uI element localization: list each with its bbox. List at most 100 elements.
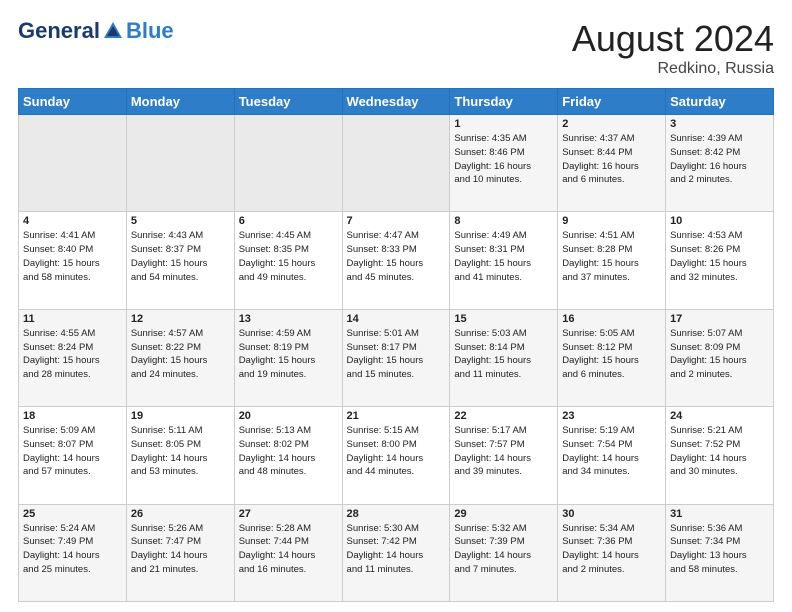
weekday-header-thursday: Thursday: [450, 89, 558, 115]
day-number: 25: [23, 508, 122, 520]
day-number: 16: [562, 313, 661, 325]
title-area: August 2024 Redkino, Russia: [572, 18, 774, 78]
day-info: Sunrise: 4:35 AMSunset: 8:46 PMDaylight:…: [454, 132, 553, 187]
day-number: 29: [454, 508, 553, 520]
calendar-week-row: 25 Sunrise: 5:24 AMSunset: 7:49 PMDayligh…: [19, 504, 774, 601]
calendar-cell: 30 Sunrise: 5:34 AMSunset: 7:36 PMDayligh…: [558, 504, 666, 601]
weekday-header-sunday: Sunday: [19, 89, 127, 115]
day-info: Sunrise: 4:41 AMSunset: 8:40 PMDaylight:…: [23, 229, 122, 284]
calendar-cell: 21 Sunrise: 5:15 AMSunset: 8:00 PMDayligh…: [342, 407, 450, 504]
day-info: Sunrise: 5:26 AMSunset: 7:47 PMDaylight:…: [131, 522, 230, 577]
day-info: Sunrise: 5:34 AMSunset: 7:36 PMDaylight:…: [562, 522, 661, 577]
day-info: Sunrise: 4:49 AMSunset: 8:31 PMDaylight:…: [454, 229, 553, 284]
calendar-cell: 17Sunrise: 5:07 AMSunset: 8:09 PMDayligh…: [666, 309, 774, 406]
weekday-header-saturday: Saturday: [666, 89, 774, 115]
calendar-cell: 2Sunrise: 4:37 AMSunset: 8:44 PMDaylight…: [558, 115, 666, 212]
calendar-table: SundayMondayTuesdayWednesdayThursdayFrid…: [18, 88, 774, 602]
calendar-cell: 16 Sunrise: 5:05 AMSunset: 8:12 PMDayligh…: [558, 309, 666, 406]
day-number: 23: [562, 410, 661, 422]
day-info: Sunrise: 5:24 AMSunset: 7:49 PMDaylight:…: [23, 522, 122, 577]
day-number: 5: [131, 215, 230, 227]
weekday-header-wednesday: Wednesday: [342, 89, 450, 115]
calendar-cell: 11 Sunrise: 4:55 AMSunset: 8:24 PMDayligh…: [19, 309, 127, 406]
day-info: Sunrise: 4:55 AMSunset: 8:24 PMDaylight:…: [23, 327, 122, 382]
calendar-cell: 28Sunrise: 5:30 AMSunset: 7:42 PMDayligh…: [342, 504, 450, 601]
weekday-header-row: SundayMondayTuesdayWednesdayThursdayFrid…: [19, 89, 774, 115]
day-info: Sunrise: 5:28 AMSunset: 7:44 PMDaylight:…: [239, 522, 338, 577]
weekday-header-tuesday: Tuesday: [234, 89, 342, 115]
day-number: 20: [239, 410, 338, 422]
header: General Blue August 2024 Redkino, Russia: [18, 18, 774, 78]
calendar-week-row: 11 Sunrise: 4:55 AMSunset: 8:24 PMDayligh…: [19, 309, 774, 406]
calendar-cell: 3 Sunrise: 4:39 AMSunset: 8:42 PMDaylight…: [666, 115, 774, 212]
weekday-header-friday: Friday: [558, 89, 666, 115]
day-info: Sunrise: 5:09 AMSunset: 8:07 PMDaylight:…: [23, 424, 122, 479]
calendar-cell: 15Sunrise: 5:03 AMSunset: 8:14 PMDayligh…: [450, 309, 558, 406]
calendar-cell: 18 Sunrise: 5:09 AMSunset: 8:07 PMDayligh…: [19, 407, 127, 504]
calendar-week-row: 4Sunrise: 4:41 AMSunset: 8:40 PMDaylight…: [19, 212, 774, 309]
day-number: 31: [670, 508, 769, 520]
day-info: Sunrise: 5:11 AMSunset: 8:05 PMDaylight:…: [131, 424, 230, 479]
day-number: 24: [670, 410, 769, 422]
day-number: 14: [347, 313, 446, 325]
calendar-cell: 14Sunrise: 5:01 AMSunset: 8:17 PMDayligh…: [342, 309, 450, 406]
day-info: Sunrise: 4:47 AMSunset: 8:33 PMDaylight:…: [347, 229, 446, 284]
calendar-cell: 8 Sunrise: 4:49 AMSunset: 8:31 PMDaylight…: [450, 212, 558, 309]
calendar-cell: 27 Sunrise: 5:28 AMSunset: 7:44 PMDayligh…: [234, 504, 342, 601]
day-info: Sunrise: 4:43 AMSunset: 8:37 PMDaylight:…: [131, 229, 230, 284]
day-info: Sunrise: 5:05 AMSunset: 8:12 PMDaylight:…: [562, 327, 661, 382]
day-number: 3: [670, 118, 769, 130]
calendar-week-row: 1 Sunrise: 4:35 AMSunset: 8:46 PMDaylight…: [19, 115, 774, 212]
day-info: Sunrise: 5:21 AMSunset: 7:52 PMDaylight:…: [670, 424, 769, 479]
calendar-cell: 19 Sunrise: 5:11 AMSunset: 8:05 PMDayligh…: [126, 407, 234, 504]
day-number: 9: [562, 215, 661, 227]
calendar-cell: 22Sunrise: 5:17 AMSunset: 7:57 PMDayligh…: [450, 407, 558, 504]
calendar-cell: [19, 115, 127, 212]
weekday-header-monday: Monday: [126, 89, 234, 115]
calendar-cell: 31 Sunrise: 5:36 AMSunset: 7:34 PMDayligh…: [666, 504, 774, 601]
calendar-cell: 23 Sunrise: 5:19 AMSunset: 7:54 PMDayligh…: [558, 407, 666, 504]
day-info: Sunrise: 4:59 AMSunset: 8:19 PMDaylight:…: [239, 327, 338, 382]
day-number: 10: [670, 215, 769, 227]
day-number: 15: [454, 313, 553, 325]
location: Redkino, Russia: [572, 60, 774, 78]
calendar-cell: 9 Sunrise: 4:51 AMSunset: 8:28 PMDaylight…: [558, 212, 666, 309]
day-info: Sunrise: 5:13 AMSunset: 8:02 PMDaylight:…: [239, 424, 338, 479]
calendar-cell: [126, 115, 234, 212]
day-number: 22: [454, 410, 553, 422]
day-number: 19: [131, 410, 230, 422]
calendar-cell: 24 Sunrise: 5:21 AMSunset: 7:52 PMDayligh…: [666, 407, 774, 504]
day-number: 30: [562, 508, 661, 520]
calendar-cell: 1 Sunrise: 4:35 AMSunset: 8:46 PMDaylight…: [450, 115, 558, 212]
day-info: Sunrise: 4:57 AMSunset: 8:22 PMDaylight:…: [131, 327, 230, 382]
calendar-cell: 12Sunrise: 4:57 AMSunset: 8:22 PMDayligh…: [126, 309, 234, 406]
day-number: 11: [23, 313, 122, 325]
calendar-cell: 29Sunrise: 5:32 AMSunset: 7:39 PMDayligh…: [450, 504, 558, 601]
day-info: Sunrise: 4:37 AMSunset: 8:44 PMDaylight:…: [562, 132, 661, 187]
logo: General Blue: [18, 18, 174, 44]
day-number: 1: [454, 118, 553, 130]
logo-blue: Blue: [126, 18, 174, 44]
calendar-cell: 6Sunrise: 4:45 AMSunset: 8:35 PMDaylight…: [234, 212, 342, 309]
day-number: 21: [347, 410, 446, 422]
day-info: Sunrise: 5:36 AMSunset: 7:34 PMDaylight:…: [670, 522, 769, 577]
day-info: Sunrise: 4:45 AMSunset: 8:35 PMDaylight:…: [239, 229, 338, 284]
day-number: 13: [239, 313, 338, 325]
day-info: Sunrise: 4:51 AMSunset: 8:28 PMDaylight:…: [562, 229, 661, 284]
logo-general: General: [18, 18, 100, 44]
day-info: Sunrise: 4:53 AMSunset: 8:26 PMDaylight:…: [670, 229, 769, 284]
calendar-cell: 26 Sunrise: 5:26 AMSunset: 7:47 PMDayligh…: [126, 504, 234, 601]
day-number: 18: [23, 410, 122, 422]
calendar-cell: 4Sunrise: 4:41 AMSunset: 8:40 PMDaylight…: [19, 212, 127, 309]
day-number: 8: [454, 215, 553, 227]
day-number: 26: [131, 508, 230, 520]
day-info: Sunrise: 5:30 AMSunset: 7:42 PMDaylight:…: [347, 522, 446, 577]
day-info: Sunrise: 5:07 AMSunset: 8:09 PMDaylight:…: [670, 327, 769, 382]
day-info: Sunrise: 5:19 AMSunset: 7:54 PMDaylight:…: [562, 424, 661, 479]
day-info: Sunrise: 4:39 AMSunset: 8:42 PMDaylight:…: [670, 132, 769, 187]
calendar-cell: 25 Sunrise: 5:24 AMSunset: 7:49 PMDayligh…: [19, 504, 127, 601]
day-info: Sunrise: 5:15 AMSunset: 8:00 PMDaylight:…: [347, 424, 446, 479]
day-number: 27: [239, 508, 338, 520]
month-title: August 2024: [572, 18, 774, 60]
calendar-cell: 10 Sunrise: 4:53 AMSunset: 8:26 PMDayligh…: [666, 212, 774, 309]
